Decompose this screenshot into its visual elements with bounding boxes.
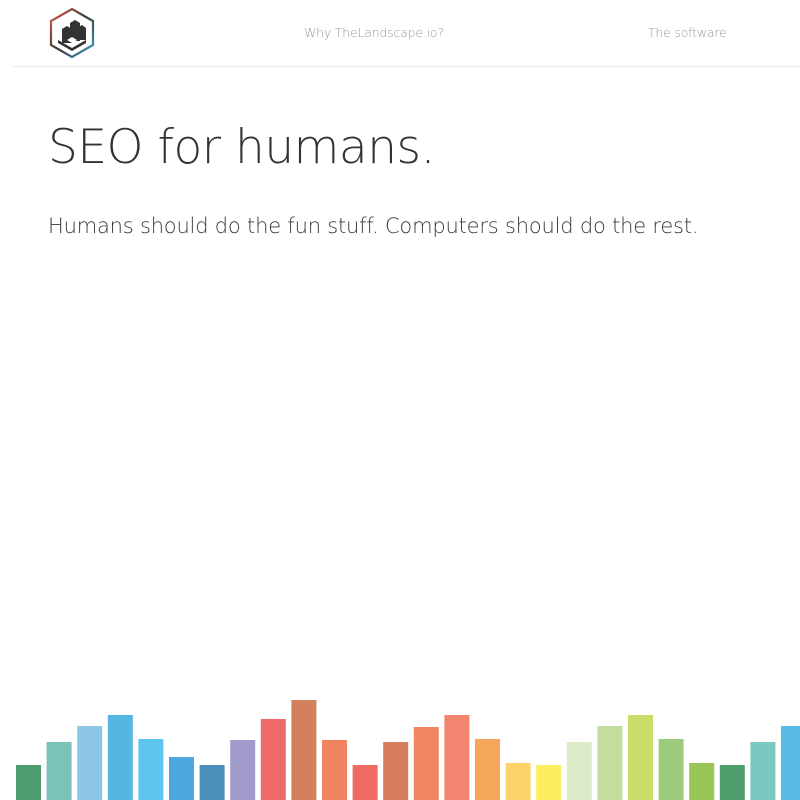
skyline-bar <box>138 739 164 800</box>
skyline-bar <box>413 727 439 800</box>
skyline-bar <box>16 765 41 800</box>
skyline-bar <box>260 719 286 800</box>
skyline-bar <box>352 765 378 800</box>
skyline-bar <box>107 715 133 800</box>
skyline-bar <box>46 742 72 800</box>
skyline-decoration <box>16 700 800 800</box>
nav-link-why[interactable]: Why TheLandscape.io? <box>304 25 444 40</box>
skyline-bar <box>291 700 317 800</box>
skyline-bar <box>77 726 103 800</box>
site-header: Why TheLandscape.io? The software <box>12 0 800 67</box>
landing-page: Why TheLandscape.io? The software SEO fo… <box>0 0 800 800</box>
skyline-bar <box>750 742 776 800</box>
skyline-bar <box>781 726 800 800</box>
skyline-bar <box>444 715 470 800</box>
skyline-bar <box>322 740 347 800</box>
site-logo[interactable] <box>48 7 96 59</box>
skyline-bar <box>719 765 745 800</box>
nav-link-software[interactable]: The software <box>648 25 727 40</box>
skyline-bar <box>536 765 562 800</box>
skyline-bar <box>169 757 194 800</box>
skyline-bar <box>199 765 225 800</box>
skyline-bar <box>383 742 409 800</box>
skyline-bar <box>475 739 500 800</box>
skyline-bar <box>566 742 592 800</box>
skyline-bar <box>230 740 256 800</box>
building-hexagon-icon <box>49 7 95 59</box>
hero-title: SEO for humans. <box>48 120 435 175</box>
skyline-bar <box>689 763 715 800</box>
hero-subtitle: Humans should do the fun stuff. Computer… <box>48 214 699 238</box>
skyline-bar <box>597 726 623 800</box>
skyline-bar <box>628 715 653 800</box>
skyline-bar <box>505 763 531 800</box>
skyline-bar <box>658 739 684 800</box>
